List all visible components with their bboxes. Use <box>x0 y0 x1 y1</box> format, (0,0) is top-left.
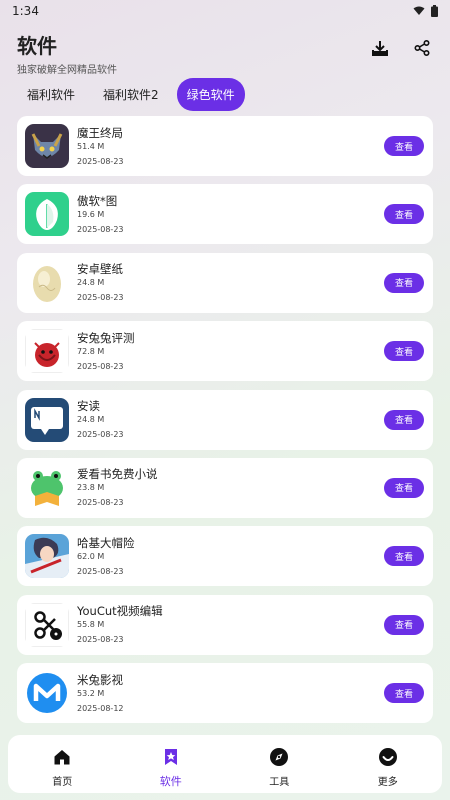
app-name: 安卓壁纸 <box>77 262 123 277</box>
view-button[interactable]: 查看 <box>384 341 424 362</box>
app-name: 安读 <box>77 399 100 414</box>
app-name: 安兔兔评测 <box>77 330 135 345</box>
list-item[interactable]: 米兔影视 53.2 M 2025-08-12 查看 <box>17 663 433 724</box>
nav-item-tools[interactable]: 工具 <box>225 735 334 793</box>
nav-label: 更多 <box>377 777 398 788</box>
bookmark-star-icon <box>161 747 181 767</box>
leaf-icon <box>25 192 69 237</box>
app-size: 24.8 M <box>77 415 105 425</box>
app-size: 62.0 M <box>77 551 105 561</box>
nav-label: 软件 <box>159 775 182 788</box>
app-date: 2025-08-23 <box>77 566 124 576</box>
m-logo-icon <box>25 671 69 716</box>
list-item[interactable]: 安卓壁纸 24.8 M 2025-08-23 查看 <box>17 252 433 313</box>
app-size: 19.6 M <box>77 209 105 219</box>
app-name: 爱看书免费小说 <box>77 467 158 482</box>
app-list: 魔王终局 51.4 M 2025-08-23 查看 傲软*图 19.6 M 20… <box>17 116 433 732</box>
app-size: 51.4 M <box>77 141 105 151</box>
bottom-nav: 首页 软件 工具 更多 <box>8 735 442 793</box>
list-item[interactable]: 安读 24.8 M 2025-08-23 查看 <box>17 389 433 450</box>
view-button[interactable]: 查看 <box>384 204 424 225</box>
wifi-icon <box>413 6 425 15</box>
app-date: 2025-08-23 <box>77 293 124 303</box>
page-subtitle: 独家破解全网精品软件 <box>17 65 117 76</box>
status-time: 1:34 <box>12 4 39 18</box>
page-header: 软件 独家破解全网精品软件 <box>0 22 450 76</box>
app-name: 哈基大帽险 <box>77 535 135 550</box>
antutu-icon <box>25 329 69 374</box>
view-button[interactable]: 查看 <box>384 546 424 567</box>
view-button[interactable]: 查看 <box>384 683 424 704</box>
nav-label: 首页 <box>52 777 73 788</box>
compass-icon <box>269 747 289 767</box>
list-item[interactable]: 魔王终局 51.4 M 2025-08-23 查看 <box>17 116 433 176</box>
app-date: 2025-08-23 <box>77 361 124 371</box>
egg-icon <box>25 260 69 305</box>
view-button[interactable]: 查看 <box>384 272 424 293</box>
app-size: 72.8 M <box>77 346 105 356</box>
home-icon <box>52 747 72 767</box>
nav-label: 工具 <box>269 777 290 788</box>
view-button[interactable]: 查看 <box>384 136 424 156</box>
app-date: 2025-08-12 <box>77 703 124 713</box>
app-size: 53.2 M <box>77 688 105 698</box>
app-size: 23.8 M <box>77 483 105 493</box>
tab-welfare-software[interactable]: 福利软件 <box>17 78 85 111</box>
app-size: 24.8 M <box>77 278 105 288</box>
app-date: 2025-08-23 <box>77 224 124 234</box>
demon-king-icon <box>25 124 69 168</box>
app-date: 2025-08-23 <box>77 498 124 508</box>
app-date: 2025-08-23 <box>77 156 124 166</box>
category-tabs: 福利软件 福利软件2 绿色软件 <box>0 77 450 111</box>
app-name: 傲软*图 <box>77 193 118 208</box>
app-date: 2025-08-23 <box>77 430 124 440</box>
app-name: 米兔影视 <box>77 672 123 687</box>
scissors-film-icon <box>25 602 69 647</box>
nav-item-software[interactable]: 软件 <box>117 735 226 793</box>
view-button[interactable]: 查看 <box>384 477 424 498</box>
view-button[interactable]: 查看 <box>384 614 424 635</box>
app-name: YouCut视频编辑 <box>77 604 163 619</box>
app-size: 55.8 M <box>77 620 105 630</box>
list-item[interactable]: 哈基大帽险 62.0 M 2025-08-23 查看 <box>17 526 433 587</box>
reader-icon <box>25 397 69 442</box>
list-item[interactable]: 安兔兔评测 72.8 M 2025-08-23 查看 <box>17 321 433 382</box>
tab-welfare-software-2[interactable]: 福利软件2 <box>93 78 169 111</box>
app-name: 魔王终局 <box>77 125 123 140</box>
download-icon[interactable] <box>370 38 390 58</box>
status-bar: 1:34 <box>0 0 450 22</box>
tab-green-software[interactable]: 绿色软件 <box>176 77 245 111</box>
list-item[interactable]: 傲软*图 19.6 M 2025-08-23 查看 <box>17 184 433 245</box>
nav-item-home[interactable]: 首页 <box>8 735 117 793</box>
share-icon[interactable] <box>412 38 432 58</box>
nav-item-more[interactable]: 更多 <box>334 735 443 793</box>
anime-character-icon <box>25 534 69 579</box>
list-item[interactable]: 爱看书免费小说 23.8 M 2025-08-23 查看 <box>17 457 433 518</box>
battery-icon <box>431 5 438 17</box>
app-date: 2025-08-23 <box>77 635 124 645</box>
frog-book-icon <box>25 465 69 510</box>
smile-icon <box>378 747 398 767</box>
view-button[interactable]: 查看 <box>384 409 424 430</box>
list-item[interactable]: YouCut视频编辑 55.8 M 2025-08-23 查看 <box>17 594 433 655</box>
